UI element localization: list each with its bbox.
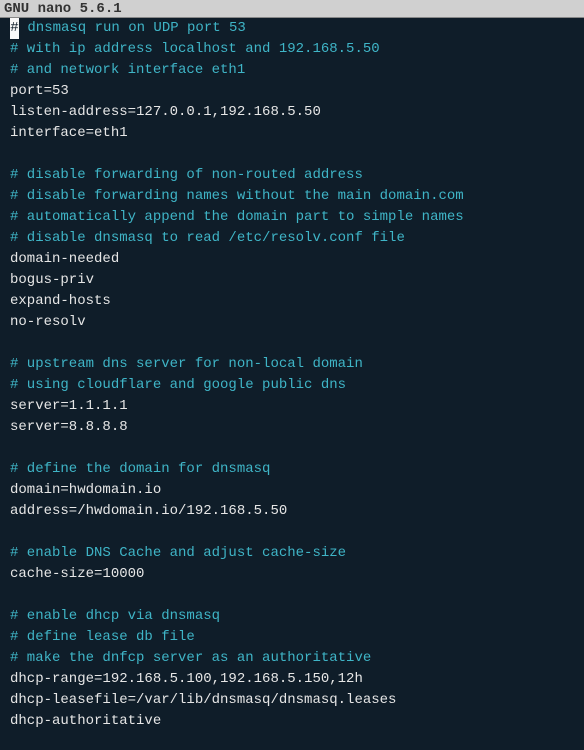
config-text: port=53 [10, 81, 69, 102]
editor-line[interactable]: listen-address=127.0.0.1,192.168.5.50 [0, 102, 584, 123]
editor-line[interactable]: # enable DNS Cache and adjust cache-size [0, 543, 584, 564]
editor-line[interactable]: expand-hosts [0, 291, 584, 312]
config-text: cache-size=10000 [10, 564, 144, 585]
config-text: domain-needed [10, 249, 119, 270]
comment-text: # disable dnsmasq to read /etc/resolv.co… [10, 228, 405, 249]
editor-line[interactable]: dhcp-leasefile=/var/lib/dnsmasq/dnsmasq.… [0, 690, 584, 711]
comment-text: # disable forwarding names without the m… [10, 186, 464, 207]
config-text: dhcp-leasefile=/var/lib/dnsmasq/dnsmasq.… [10, 690, 396, 711]
editor-line[interactable]: domain-needed [0, 249, 584, 270]
editor-line[interactable]: server=1.1.1.1 [0, 396, 584, 417]
editor-line[interactable]: # dnsmasq run on UDP port 53 [0, 18, 584, 39]
editor-line[interactable]: # upstream dns server for non-local doma… [0, 354, 584, 375]
editor-line[interactable]: # make the dnfcp server as an authoritat… [0, 648, 584, 669]
comment-text: # define lease db file [10, 627, 195, 648]
editor-line[interactable]: interface=eth1 [0, 123, 584, 144]
comment-text: # using cloudflare and google public dns [10, 375, 346, 396]
editor-line[interactable]: # define lease db file [0, 627, 584, 648]
config-text: expand-hosts [10, 291, 111, 312]
config-text: bogus-priv [10, 270, 94, 291]
config-text: server=1.1.1.1 [10, 396, 128, 417]
config-text: interface=eth1 [10, 123, 128, 144]
editor-line[interactable]: # and network interface eth1 [0, 60, 584, 81]
comment-text: dnsmasq run on UDP port 53 [19, 18, 246, 39]
comment-text: # disable forwarding of non-routed addre… [10, 165, 363, 186]
editor-line[interactable]: domain=hwdomain.io [0, 480, 584, 501]
config-text: dhcp-range=192.168.5.100,192.168.5.150,1… [10, 669, 363, 690]
comment-text: # enable DNS Cache and adjust cache-size [10, 543, 346, 564]
editor-line[interactable] [0, 585, 584, 606]
editor-line[interactable]: # using cloudflare and google public dns [0, 375, 584, 396]
app-title: GNU nano 5.6.1 [4, 1, 122, 17]
comment-text: # with ip address localhost and 192.168.… [10, 39, 380, 60]
editor-line[interactable]: bogus-priv [0, 270, 584, 291]
editor-line[interactable]: cache-size=10000 [0, 564, 584, 585]
config-text: domain=hwdomain.io [10, 480, 161, 501]
editor-line[interactable]: # define the domain for dnsmasq [0, 459, 584, 480]
editor-line[interactable]: # disable dnsmasq to read /etc/resolv.co… [0, 228, 584, 249]
editor-line[interactable] [0, 333, 584, 354]
editor-line[interactable]: # with ip address localhost and 192.168.… [0, 39, 584, 60]
editor-line[interactable]: port=53 [0, 81, 584, 102]
editor-line[interactable]: address=/hwdomain.io/192.168.5.50 [0, 501, 584, 522]
editor-line[interactable]: no-resolv [0, 312, 584, 333]
editor-line[interactable]: # enable dhcp via dnsmasq [0, 606, 584, 627]
config-text: address=/hwdomain.io/192.168.5.50 [10, 501, 287, 522]
comment-text: # and network interface eth1 [10, 60, 245, 81]
config-text: dhcp-authoritative [10, 711, 161, 732]
editor-line[interactable]: dhcp-authoritative [0, 711, 584, 732]
comment-text: # enable dhcp via dnsmasq [10, 606, 220, 627]
editor-line[interactable]: # disable forwarding of non-routed addre… [0, 165, 584, 186]
editor-line[interactable]: # disable forwarding names without the m… [0, 186, 584, 207]
config-text: no-resolv [10, 312, 86, 333]
comment-text: # automatically append the domain part t… [10, 207, 464, 228]
editor-content[interactable]: # dnsmasq run on UDP port 53# with ip ad… [0, 18, 584, 732]
comment-text: # upstream dns server for non-local doma… [10, 354, 363, 375]
config-text: server=8.8.8.8 [10, 417, 128, 438]
editor-line[interactable] [0, 438, 584, 459]
comment-text: # define the domain for dnsmasq [10, 459, 270, 480]
cursor: # [10, 18, 19, 39]
editor-line[interactable]: server=8.8.8.8 [0, 417, 584, 438]
editor-line[interactable] [0, 522, 584, 543]
title-bar: GNU nano 5.6.1 [0, 0, 584, 18]
editor-line[interactable]: dhcp-range=192.168.5.100,192.168.5.150,1… [0, 669, 584, 690]
config-text: listen-address=127.0.0.1,192.168.5.50 [10, 102, 321, 123]
editor-line[interactable]: # automatically append the domain part t… [0, 207, 584, 228]
comment-text: # make the dnfcp server as an authoritat… [10, 648, 371, 669]
editor-line[interactable] [0, 144, 584, 165]
